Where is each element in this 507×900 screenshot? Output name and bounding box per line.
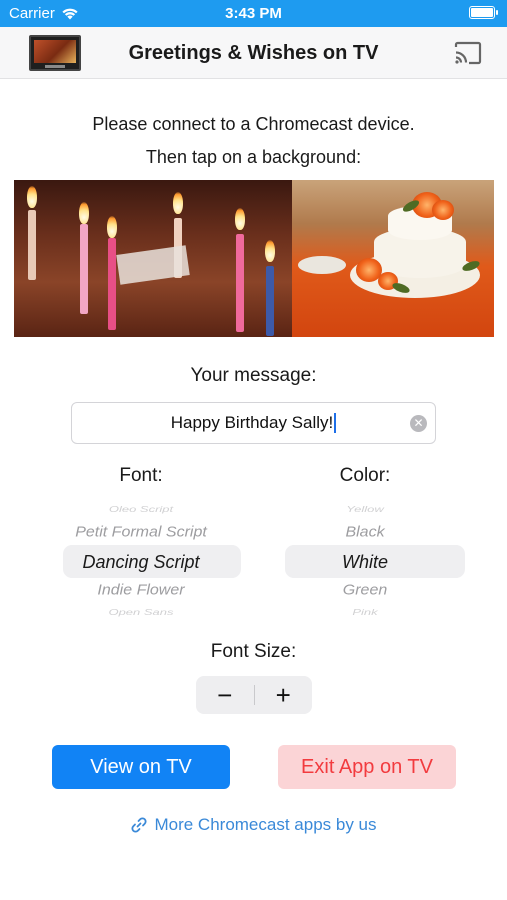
decrease-font-size-button[interactable]: − bbox=[196, 676, 254, 714]
page-title: Greetings & Wishes on TV bbox=[128, 42, 379, 64]
font-option[interactable]: Indie Flower bbox=[41, 583, 241, 599]
instructions: Please connect to a Chromecast device. T… bbox=[0, 108, 507, 174]
color-label: Color: bbox=[339, 465, 391, 486]
message-value[interactable]: Happy Birthday Sally! bbox=[171, 413, 334, 433]
color-option[interactable]: Pink bbox=[265, 608, 465, 617]
font-label: Font: bbox=[119, 465, 163, 486]
color-option[interactable]: Yellow bbox=[265, 505, 465, 514]
background-birthday-candles[interactable] bbox=[14, 180, 292, 337]
background-wedding-cake[interactable] bbox=[292, 180, 494, 337]
font-option[interactable]: Open Sans bbox=[41, 608, 241, 617]
cast-icon[interactable] bbox=[453, 41, 483, 65]
background-gallery bbox=[14, 180, 494, 337]
more-apps-link[interactable]: More Chromecast apps by us bbox=[0, 815, 507, 835]
color-option[interactable]: Black bbox=[265, 525, 465, 541]
status-time: 3:43 PM bbox=[225, 5, 282, 22]
font-picker[interactable]: Oleo Script Petit Formal Script Dancing … bbox=[41, 500, 241, 620]
view-on-tv-button[interactable]: View on TV bbox=[52, 745, 230, 789]
font-size-stepper: − + bbox=[196, 676, 312, 714]
font-option[interactable]: Oleo Script bbox=[41, 505, 241, 514]
clear-icon[interactable]: ✕ bbox=[410, 415, 427, 432]
font-option[interactable]: Petit Formal Script bbox=[41, 525, 241, 541]
instruction-line-2: Then tap on a background: bbox=[145, 147, 362, 167]
font-size-label: Font Size: bbox=[210, 641, 297, 662]
instruction-line-1: Please connect to a Chromecast device. bbox=[92, 114, 415, 134]
color-option-selected[interactable]: White bbox=[265, 552, 465, 573]
status-bar: Carrier 3:43 PM bbox=[0, 0, 507, 27]
navigation-bar: Greetings & Wishes on TV bbox=[0, 27, 507, 79]
more-apps-label[interactable]: More Chromecast apps by us bbox=[154, 815, 376, 835]
font-option-selected[interactable]: Dancing Script bbox=[41, 552, 241, 573]
link-icon bbox=[131, 817, 147, 833]
exit-app-on-tv-button[interactable]: Exit App on TV bbox=[278, 745, 456, 789]
text-caret bbox=[334, 413, 337, 433]
message-label: Your message: bbox=[190, 365, 317, 386]
color-option[interactable]: Green bbox=[265, 583, 465, 599]
battery-icon bbox=[469, 6, 498, 19]
color-picker[interactable]: Yellow Black White Green Pink bbox=[265, 500, 465, 620]
message-input[interactable]: Happy Birthday Sally! ✕ bbox=[71, 402, 436, 444]
increase-font-size-button[interactable]: + bbox=[255, 676, 313, 714]
